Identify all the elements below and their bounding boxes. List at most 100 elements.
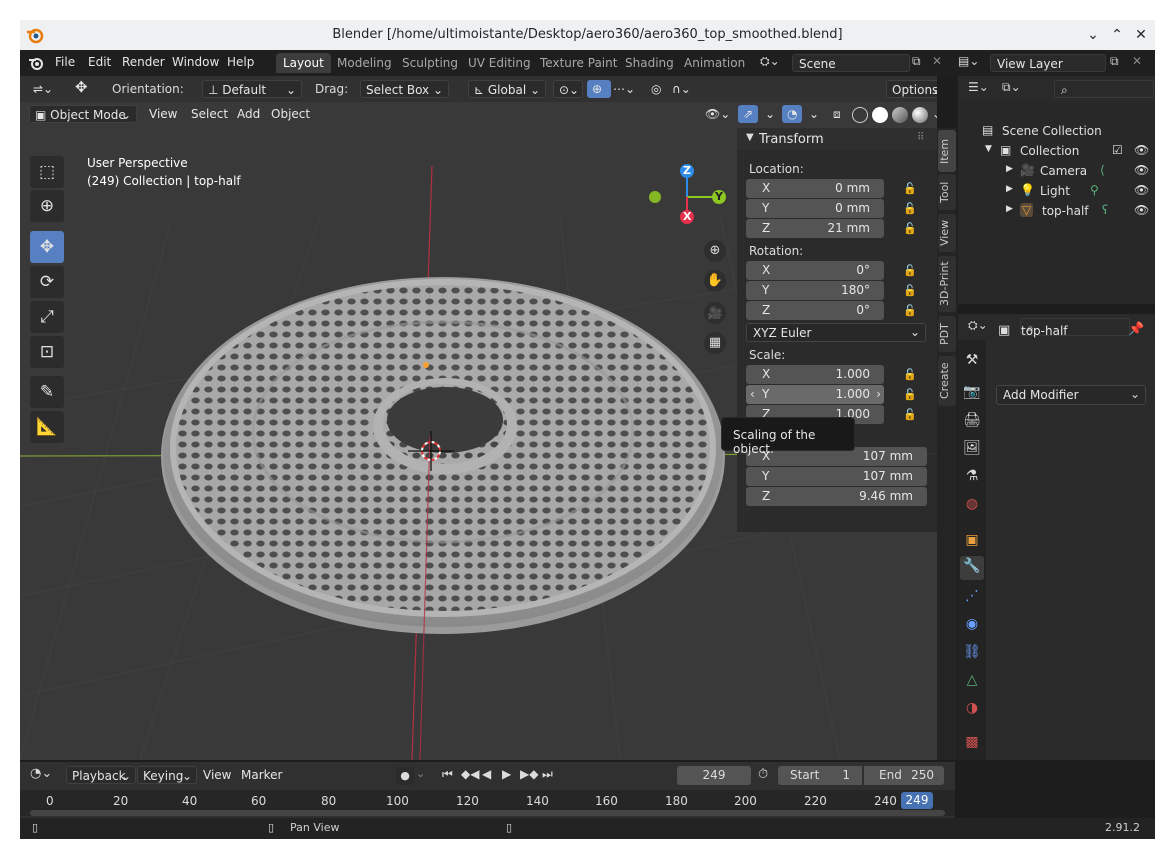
expand-arrow-icon[interactable]: ▶	[1006, 164, 1013, 174]
current-frame-field[interactable]: 249	[677, 766, 751, 785]
blender-menu-icon[interactable]	[28, 55, 44, 71]
lock-icon[interactable]: 🔓	[903, 388, 917, 402]
start-frame-field[interactable]: Start 1	[778, 766, 862, 785]
list-item[interactable]: ▼ ▣ Collection ☑ 👁	[958, 142, 1155, 162]
editor-type-icon[interactable]: ◔⌄	[30, 766, 52, 781]
physics-properties-icon[interactable]: ◉	[962, 614, 982, 634]
expand-arrow-icon[interactable]: ▶	[1006, 184, 1013, 194]
scene-properties-icon[interactable]: ⚗	[962, 466, 982, 486]
cursor-tool[interactable]: ⊕	[30, 190, 64, 222]
lock-icon[interactable]: 🔓	[903, 408, 917, 422]
list-item[interactable]: ▶ 🎥 Camera ⟨ 👁	[958, 162, 1155, 182]
lock-icon[interactable]: 🔓	[903, 182, 917, 196]
menu-file[interactable]: File	[55, 55, 75, 69]
pivot-point-dropdown[interactable]: ⊙⌄	[553, 80, 583, 98]
rotation-mode-dropdown[interactable]: XYZ Euler ⌄	[746, 323, 926, 342]
camera-view-icon[interactable]: 🎥	[704, 302, 726, 324]
shading-dropdown-icon[interactable]: ⌄	[927, 105, 937, 123]
gizmo-dropdown-icon[interactable]: ⌄	[760, 105, 780, 123]
output-properties-icon[interactable]: 🖨	[962, 410, 982, 430]
checkbox-icon[interactable]: ☑	[1112, 143, 1123, 157]
measure-tool[interactable]: 📐	[30, 411, 64, 443]
options-dropdown[interactable]: Options ⌄	[886, 80, 937, 98]
transform-tool[interactable]: ⊡	[30, 336, 64, 368]
rotate-tool[interactable]: ⟳	[30, 266, 64, 298]
rotation-y-field[interactable]: Y 180°	[746, 281, 884, 300]
stopwatch-icon[interactable]: ⏱	[758, 767, 768, 782]
lock-icon[interactable]: 🔓	[903, 222, 917, 236]
menu-window[interactable]: Window	[172, 55, 219, 69]
maximize-icon[interactable]: ⌃	[1108, 26, 1126, 44]
zoom-icon[interactable]: ⊕	[704, 240, 726, 262]
dimension-z-field[interactable]: Z 9.46 mm	[746, 487, 927, 506]
transform-pivot-icon[interactable]: ⇌⌄	[28, 80, 58, 98]
tab-animation[interactable]: Animation	[677, 53, 752, 73]
select-box-tool[interactable]: ⬚	[30, 156, 64, 188]
tab-modeling[interactable]: Modeling	[330, 53, 399, 73]
transform-orientation-dropdown[interactable]: ⊾ Global ⌄	[468, 80, 546, 98]
new-view-layer-icon[interactable]: ⧉	[1110, 54, 1126, 69]
proportional-edit-icon[interactable]: ◎	[646, 80, 666, 98]
gizmo-toggle-icon[interactable]: ⇗	[738, 105, 759, 123]
world-properties-icon[interactable]: ◍	[962, 494, 982, 514]
close-icon[interactable]: ✕	[1132, 26, 1150, 44]
expand-arrow-icon[interactable]: ▶	[1006, 204, 1013, 214]
play-icon[interactable]: ▶	[502, 767, 511, 781]
shading-rendered-icon[interactable]	[912, 107, 928, 123]
tab-pdt[interactable]: PDT	[938, 316, 956, 352]
timeline-view-menu[interactable]: View	[198, 766, 236, 784]
scene-name-field[interactable]: Scene	[792, 54, 910, 72]
tab-uv-editing[interactable]: UV Editing	[461, 53, 538, 73]
tab-tool[interactable]: Tool	[938, 174, 956, 210]
menu-help[interactable]: Help	[227, 55, 254, 69]
location-x-field[interactable]: X 0 mm	[746, 179, 884, 198]
tool-properties-icon[interactable]: ⚒	[962, 350, 982, 370]
eye-icon[interactable]: 👁	[1134, 163, 1149, 177]
location-y-field[interactable]: Y 0 mm	[746, 199, 884, 218]
orientation-dropdown[interactable]: ⊥ Default ⌄	[202, 80, 302, 98]
playback-menu[interactable]: Playback ⌄	[66, 766, 136, 784]
new-scene-icon[interactable]: ⧉	[912, 54, 928, 69]
overlays-toggle-icon[interactable]: ◔	[782, 105, 803, 123]
menu-object[interactable]: Object	[266, 105, 315, 123]
menu-render[interactable]: Render	[122, 55, 165, 69]
record-dropdown-icon[interactable]: ⌄	[416, 767, 430, 785]
display-mode-icon[interactable]: ☰⌄	[968, 80, 989, 94]
overlays-dropdown-icon[interactable]: ⌄	[804, 105, 824, 123]
visibility-icon[interactable]: 👁⌄	[700, 105, 735, 123]
rotation-x-field[interactable]: X 0°	[746, 261, 884, 280]
outliner-search-input[interactable]: ⌕	[1054, 80, 1154, 98]
eye-icon[interactable]: 👁	[1134, 203, 1149, 217]
scale-y-field[interactable]: ‹ Y 1.000 ›	[746, 385, 884, 404]
xray-toggle-icon[interactable]: ⧈	[828, 105, 846, 123]
ortho-toggle-icon[interactable]: ▦	[704, 332, 726, 354]
delete-view-layer-icon[interactable]: ✕	[1132, 54, 1146, 68]
end-frame-field[interactable]: End 250	[864, 766, 944, 785]
drag-dropdown[interactable]: Select Box ⌄	[360, 80, 449, 98]
scale-tool[interactable]: ⤢	[30, 301, 64, 333]
view-layer-icon[interactable]: ▤⌄	[958, 54, 988, 68]
editor-type-icon[interactable]: ⛭⌄	[968, 318, 988, 333]
tab-shading[interactable]: Shading	[618, 53, 681, 73]
pin-icon[interactable]: 📌	[1128, 322, 1144, 337]
add-modifier-dropdown[interactable]: Add Modifier ⌄	[996, 385, 1146, 405]
tab-view[interactable]: View	[938, 214, 956, 252]
material-properties-icon[interactable]: ◑	[962, 698, 982, 718]
delete-scene-icon[interactable]: ✕	[932, 54, 946, 68]
tab-item[interactable]: Item	[938, 130, 956, 172]
next-keyframe-icon[interactable]: ▶◆	[520, 767, 538, 781]
shading-solid-icon[interactable]	[872, 107, 888, 123]
move-tool[interactable]: ✥	[30, 231, 64, 263]
tab-layout[interactable]: Layout	[276, 53, 331, 73]
object-properties-icon[interactable]: ▣	[962, 530, 982, 550]
location-z-field[interactable]: Z 21 mm	[746, 219, 884, 238]
filter-icon[interactable]: ⧉⌄	[1002, 80, 1021, 95]
lock-icon[interactable]: 🔓	[903, 304, 917, 318]
expand-arrow-icon[interactable]: ▼	[985, 144, 992, 154]
list-item[interactable]: ▶ 💡 Light ⚲ 👁	[958, 182, 1155, 202]
list-item[interactable]: ▶ ▽ top-half ʕ 👁	[958, 202, 1155, 222]
particles-properties-icon[interactable]: ⋰	[962, 586, 982, 606]
jump-end-icon[interactable]: ⏭	[542, 767, 553, 782]
timeline-scrollbar[interactable]	[30, 810, 945, 816]
view-layer-field[interactable]: View Layer	[990, 54, 1106, 72]
